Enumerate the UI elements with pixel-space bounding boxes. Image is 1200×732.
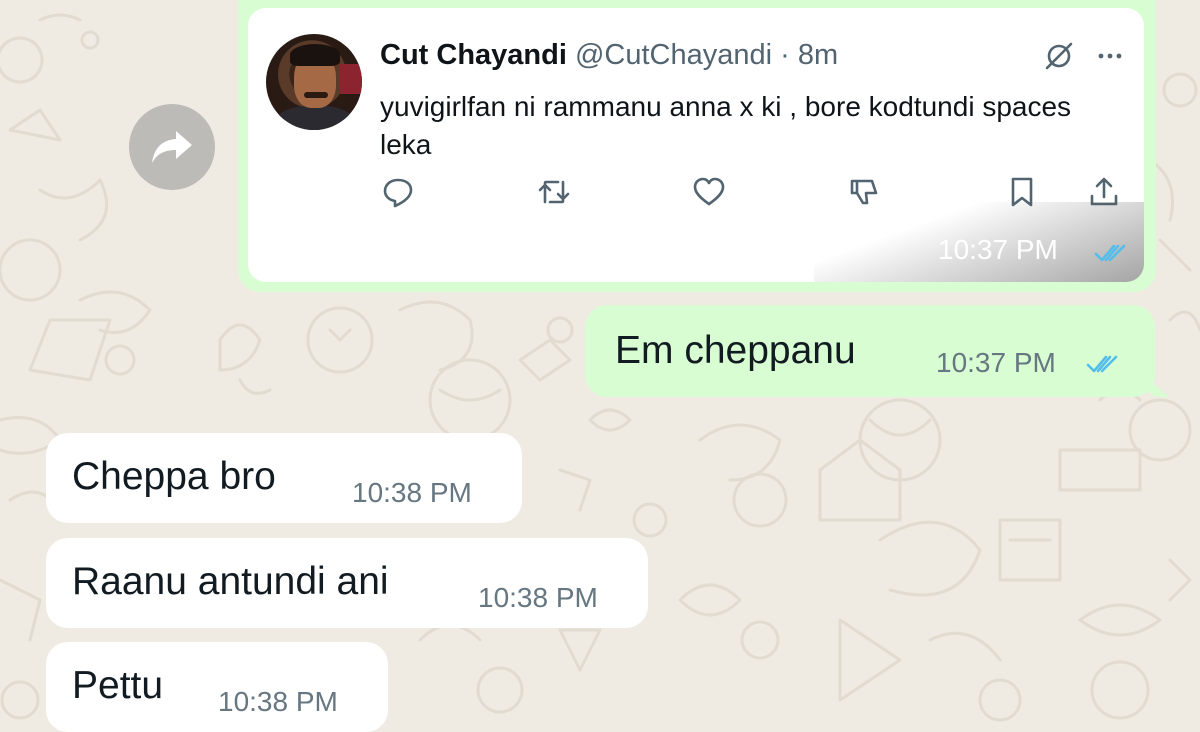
double-check-read-icon	[1094, 244, 1126, 262]
message-timestamp: 10:38 PM	[218, 686, 338, 717]
incoming-message-bubble[interactable]: Pettu 10:38 PM	[46, 642, 388, 732]
message-timestamp: 10:37 PM	[936, 347, 1056, 378]
outgoing-message-bubble[interactable]: Em cheppanu 10:37 PM	[585, 305, 1169, 397]
incoming-message-bubble[interactable]: Cheppa bro 10:38 PM	[46, 433, 522, 523]
message-timestamp: 10:38 PM	[478, 582, 598, 613]
forward-button[interactable]	[129, 104, 215, 190]
message-text: Pettu	[72, 664, 164, 707]
incoming-message-bubble[interactable]: Raanu antundi ani 10:38 PM	[46, 538, 648, 628]
forward-arrow-icon	[152, 131, 192, 163]
message-text: Raanu antundi ani	[72, 560, 389, 603]
double-check-read-icon	[1086, 355, 1118, 373]
outgoing-tweet-bubble[interactable]: Cut Chayandi @CutChayandi · 8m yuvigirlf…	[238, 0, 1156, 292]
tweet-author-avatar[interactable]	[266, 34, 362, 130]
bookmark-icon[interactable]	[1004, 174, 1040, 210]
more-icon[interactable]	[1094, 40, 1126, 72]
message-text: Cheppa bro	[72, 455, 276, 498]
quoted-tweet-card[interactable]: Cut Chayandi @CutChayandi · 8m yuvigirlf…	[248, 8, 1144, 282]
tweet-bubble-timestamp: 10:37 PM	[938, 234, 1058, 265]
tweet-header: Cut Chayandi @CutChayandi · 8m	[380, 38, 838, 72]
tweet-author-name[interactable]: Cut Chayandi	[380, 39, 567, 71]
reply-icon[interactable]	[380, 174, 416, 210]
share-icon[interactable]	[1086, 174, 1122, 210]
message-text: Em cheppanu	[615, 329, 856, 372]
like-icon[interactable]	[691, 174, 727, 210]
downvote-icon[interactable]	[846, 174, 882, 210]
tweet-handle-time[interactable]: @CutChayandi · 8m	[575, 39, 838, 71]
grok-icon[interactable]	[1043, 40, 1075, 72]
tweet-text: yuvigirlfan ni rammanu anna x ki , bore …	[380, 91, 1072, 160]
retweet-icon[interactable]	[536, 174, 572, 210]
message-timestamp: 10:38 PM	[352, 477, 472, 508]
